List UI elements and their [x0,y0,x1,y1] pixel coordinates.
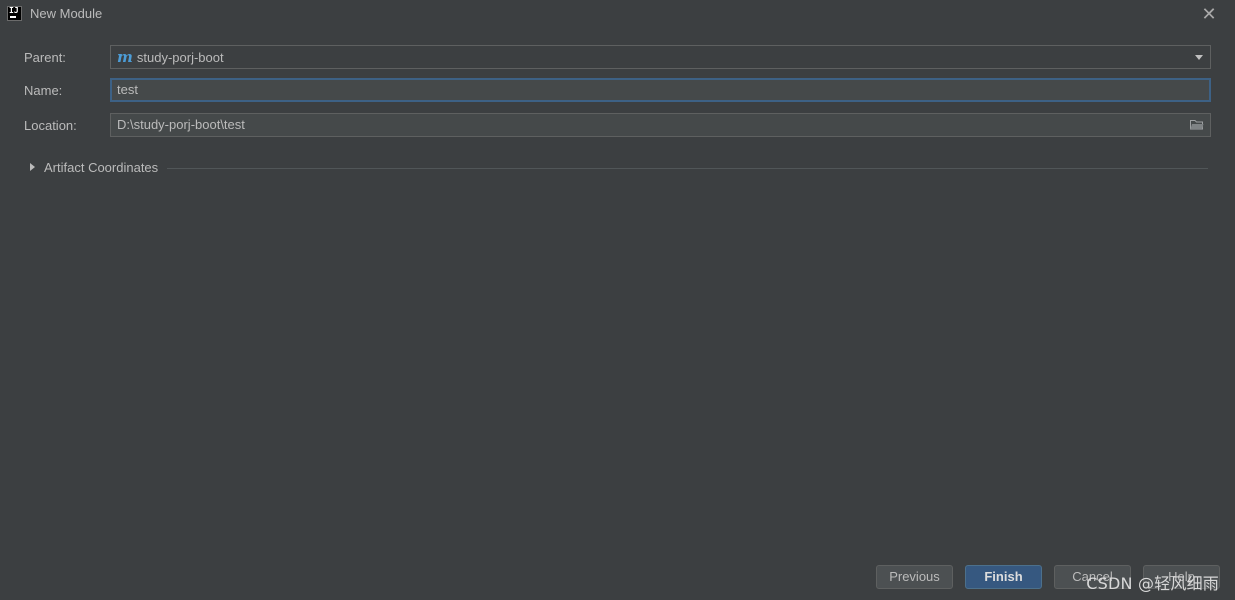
parent-value: study-porj-boot [136,50,224,65]
maven-m-icon: m [117,48,133,66]
location-input[interactable]: D:\study-porj-boot\test [110,113,1211,137]
location-label: Location: [24,118,77,133]
close-icon[interactable]: ✕ [1199,4,1219,24]
name-label: Name: [24,83,63,98]
artifact-coordinates-toggle[interactable]: Artifact Coordinates [44,160,158,175]
chevron-down-icon[interactable] [1195,55,1203,60]
intellij-idea-icon: IJ [7,6,22,21]
section-divider [167,168,1208,169]
watermark: CSDN @轻风细雨 [1086,574,1219,593]
name-value: test [117,82,138,97]
title-bar: IJ New Module ✕ [0,0,1235,28]
expand-arrow-icon[interactable] [30,163,35,171]
previous-button[interactable]: Previous [876,565,953,589]
location-value: D:\study-porj-boot\test [117,117,245,132]
parent-label: Parent: [24,50,66,65]
window-title: New Module [30,6,103,21]
name-input[interactable]: test [110,78,1211,102]
parent-select[interactable]: m study-porj-boot [110,45,1211,69]
folder-icon[interactable] [1190,119,1204,130]
finish-button[interactable]: Finish [965,565,1042,589]
